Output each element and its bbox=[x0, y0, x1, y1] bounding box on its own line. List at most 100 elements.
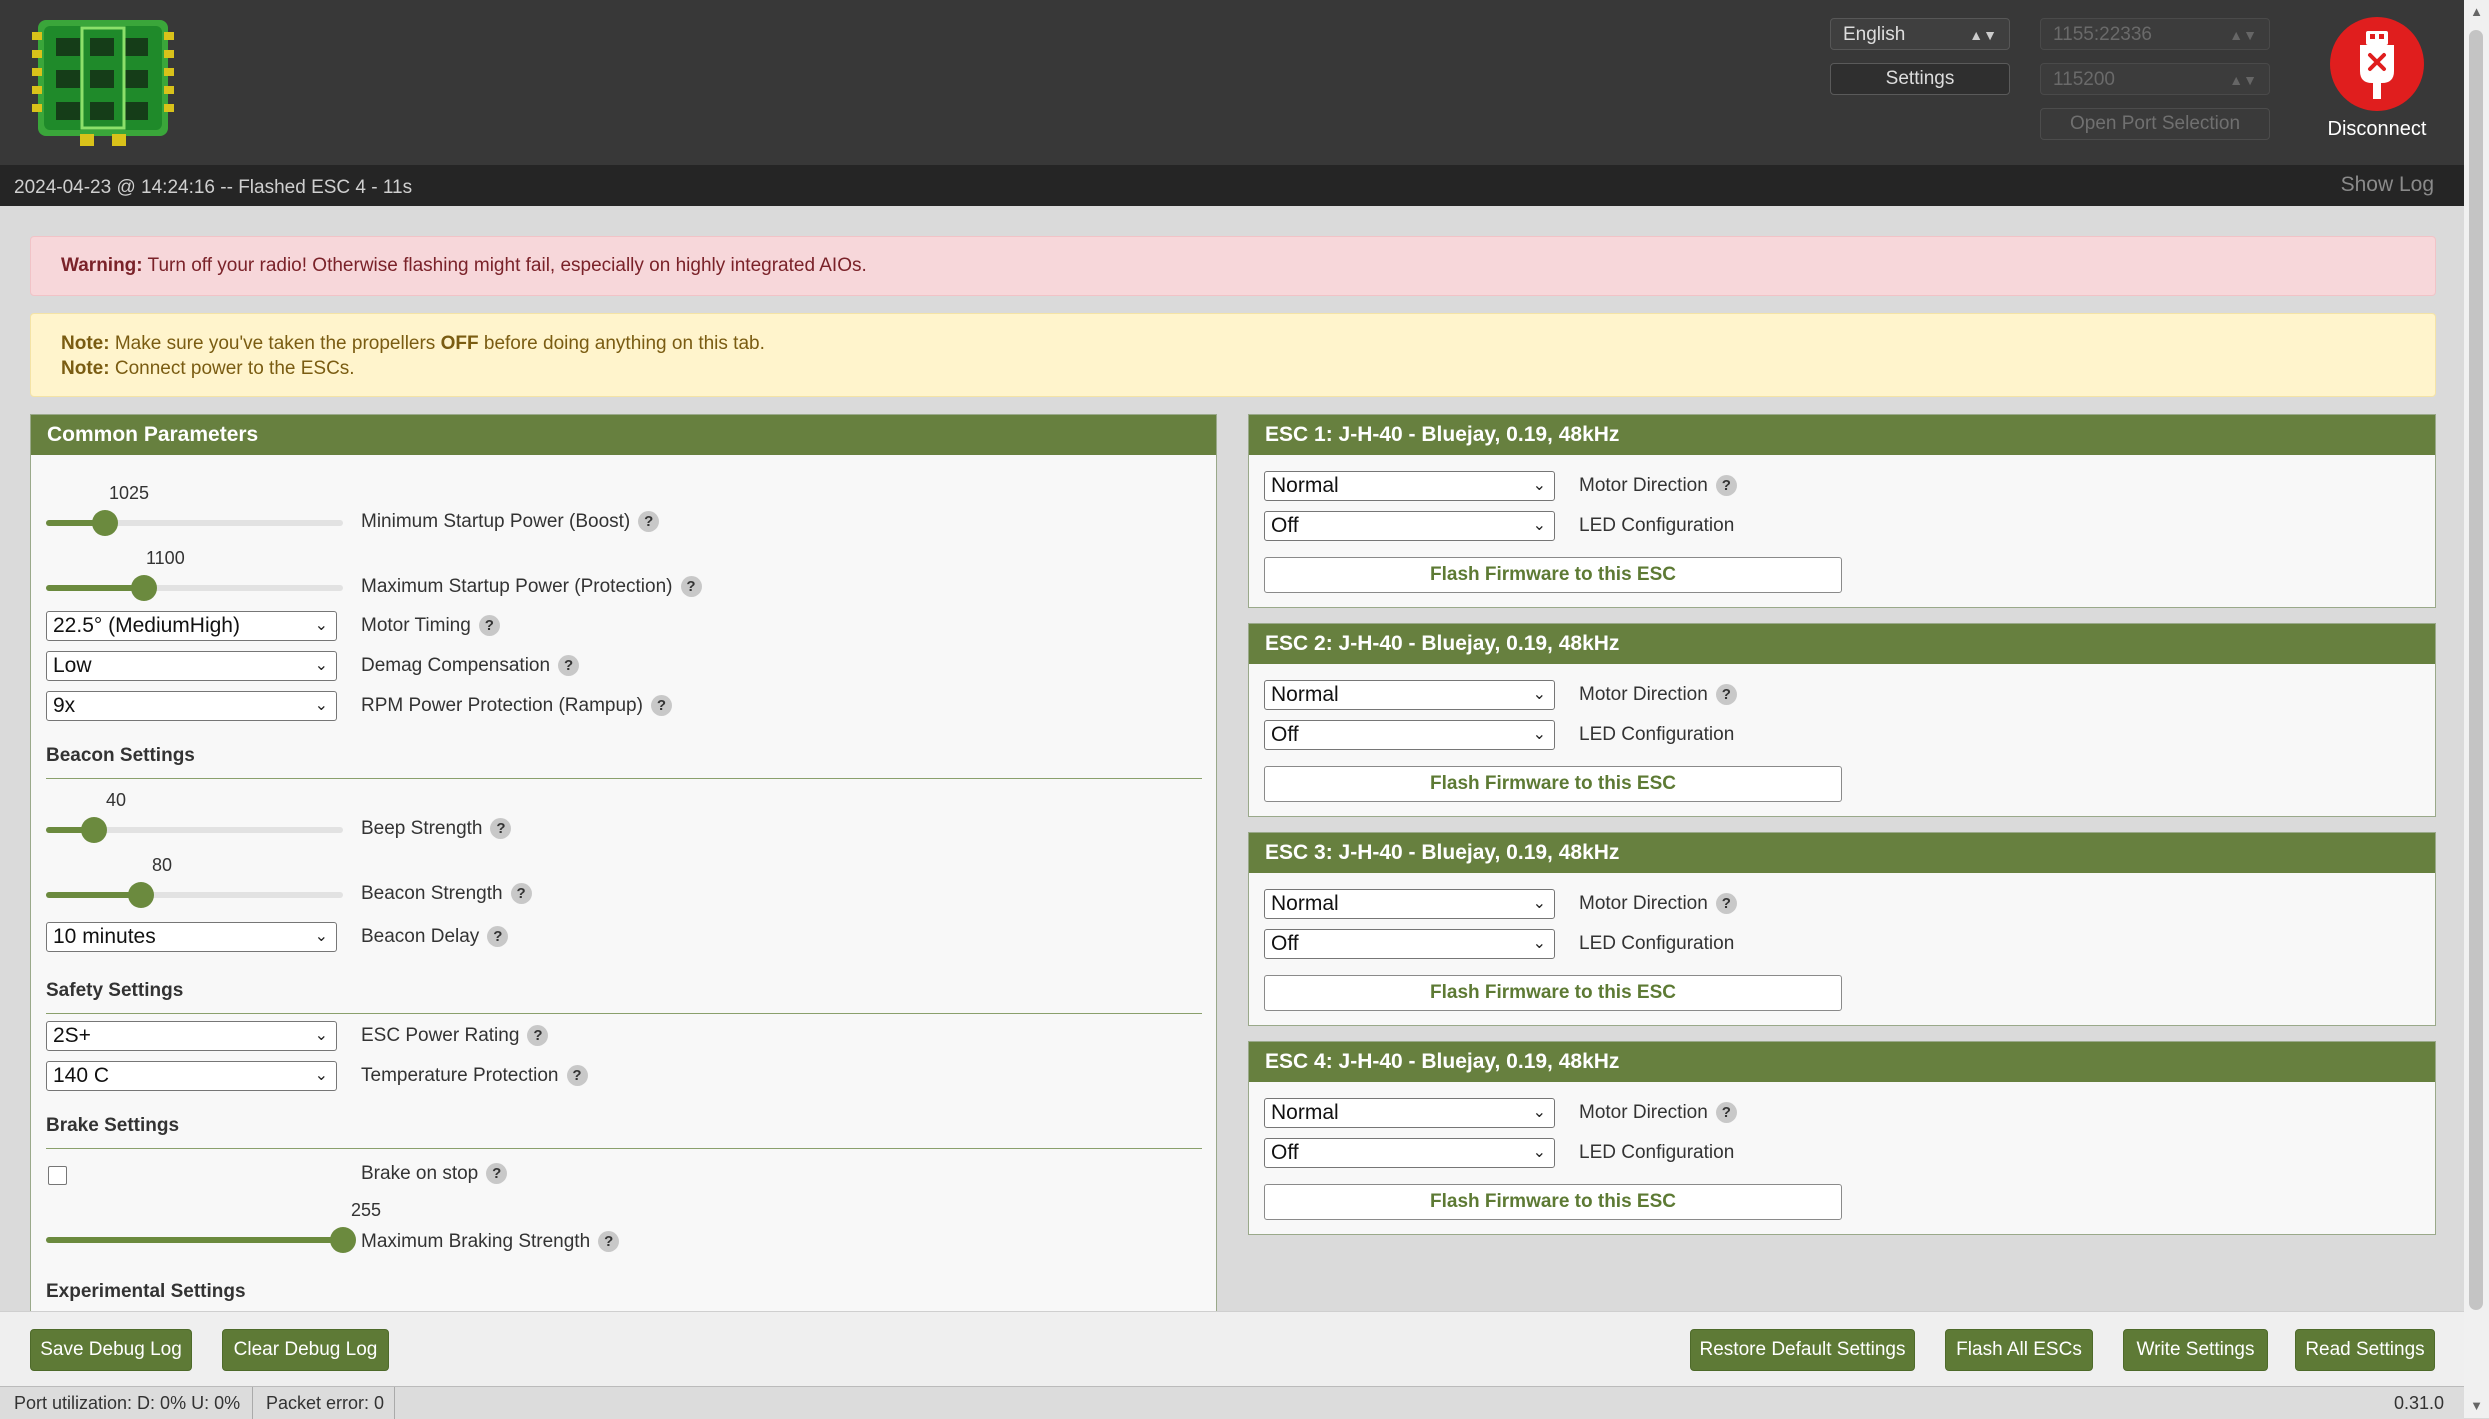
esc-1-led-select[interactable]: Off ⌄ bbox=[1264, 511, 1555, 541]
esc-4-flash-button[interactable]: Flash Firmware to this ESC bbox=[1264, 1184, 1842, 1220]
scrollbar-thumb[interactable] bbox=[2469, 30, 2483, 1310]
help-icon[interactable]: ? bbox=[680, 576, 702, 598]
help-icon[interactable]: ? bbox=[1715, 893, 1737, 915]
save-debug-log-button[interactable]: Save Debug Log bbox=[30, 1329, 192, 1371]
min-startup-slider[interactable] bbox=[46, 510, 343, 536]
led-configuration-label: LED Configuration bbox=[1579, 933, 1735, 954]
help-icon[interactable]: ? bbox=[1715, 1102, 1737, 1124]
help-icon[interactable]: ? bbox=[510, 883, 532, 905]
note-text: Make sure you've taken the propellers bbox=[109, 333, 441, 354]
restore-default-settings-button[interactable]: Restore Default Settings bbox=[1690, 1329, 1915, 1371]
esc-2-led-select[interactable]: Off ⌄ bbox=[1264, 720, 1555, 750]
beacon-delay-select[interactable]: 10 minutes ⌄ bbox=[46, 922, 337, 952]
select-arrows-icon: ▲▼ bbox=[2229, 72, 2257, 88]
read-settings-button[interactable]: Read Settings bbox=[2295, 1329, 2435, 1371]
page-scrollbar[interactable]: ▲ ▼ bbox=[2464, 0, 2489, 1418]
port-value: 1155:22336 bbox=[2053, 24, 2152, 45]
write-settings-button[interactable]: Write Settings bbox=[2123, 1329, 2268, 1371]
demag-compensation-select[interactable]: Low ⌄ bbox=[46, 651, 337, 681]
beacon-strength-slider[interactable] bbox=[46, 882, 343, 908]
esc-1-flash-button[interactable]: Flash Firmware to this ESC bbox=[1264, 557, 1842, 593]
clear-debug-log-button[interactable]: Clear Debug Log bbox=[222, 1329, 389, 1371]
motor-direction-value: Normal bbox=[1271, 474, 1339, 497]
chevron-down-icon: ⌄ bbox=[1532, 1104, 1546, 1121]
slider-thumb[interactable] bbox=[92, 510, 119, 536]
help-icon[interactable]: ? bbox=[638, 511, 660, 533]
slider-thumb[interactable] bbox=[80, 817, 107, 843]
baud-value: 115200 bbox=[2053, 69, 2115, 90]
last-log-message: 2024-04-23 @ 14:24:16 -- Flashed ESC 4 -… bbox=[14, 177, 413, 198]
rampup-select[interactable]: 9x ⌄ bbox=[46, 691, 337, 721]
max-braking-slider[interactable] bbox=[46, 1227, 356, 1253]
chevron-down-icon: ⌄ bbox=[314, 1067, 328, 1084]
help-icon[interactable]: ? bbox=[650, 695, 672, 717]
slider-thumb[interactable] bbox=[128, 882, 155, 908]
baud-select[interactable]: 115200 ▲▼ bbox=[2040, 63, 2270, 95]
language-select[interactable]: English ▲▼ bbox=[1830, 18, 2010, 50]
esc-4-motor-direction-select[interactable]: Normal ⌄ bbox=[1264, 1098, 1555, 1128]
chevron-down-icon: ⌄ bbox=[1532, 1144, 1546, 1161]
motor-direction-label: Motor Direction? bbox=[1579, 893, 1737, 915]
esc-2-flash-button[interactable]: Flash Firmware to this ESC bbox=[1264, 766, 1842, 802]
min-startup-label: Minimum Startup Power (Boost)? bbox=[361, 511, 660, 533]
chevron-down-icon: ⌄ bbox=[1532, 935, 1546, 952]
esc-1-panel: ESC 1: J-H-40 - Bluejay, 0.19, 48kHz Nor… bbox=[1248, 414, 2436, 608]
led-value: Off bbox=[1271, 932, 1299, 955]
scroll-up-icon[interactable]: ▲ bbox=[2464, 4, 2489, 19]
led-value: Off bbox=[1271, 1141, 1299, 1164]
help-icon[interactable]: ? bbox=[490, 818, 512, 840]
esc-4-led-select[interactable]: Off ⌄ bbox=[1264, 1138, 1555, 1168]
log-status-bar: 2024-04-23 @ 14:24:16 -- Flashed ESC 4 -… bbox=[0, 165, 2464, 206]
esc-4-title: ESC 4: J-H-40 - Bluejay, 0.19, 48kHz bbox=[1249, 1042, 2435, 1082]
help-icon[interactable]: ? bbox=[1715, 684, 1737, 706]
brake-on-stop-checkbox[interactable] bbox=[48, 1166, 67, 1185]
disconnect-button[interactable] bbox=[2330, 17, 2424, 111]
motor-direction-label: Motor Direction? bbox=[1579, 684, 1737, 706]
slider-thumb[interactable] bbox=[131, 575, 157, 601]
warning-alert: Warning: Turn off your radio! Otherwise … bbox=[30, 236, 2436, 296]
chevron-down-icon: ⌄ bbox=[1532, 686, 1546, 703]
open-port-selection-button[interactable]: Open Port Selection bbox=[2040, 108, 2270, 140]
language-value: English bbox=[1843, 24, 1906, 45]
help-icon[interactable]: ? bbox=[566, 1065, 588, 1087]
help-icon[interactable]: ? bbox=[478, 615, 500, 637]
motor-direction-value: Normal bbox=[1271, 683, 1339, 706]
settings-button[interactable]: Settings bbox=[1830, 63, 2010, 95]
help-icon[interactable]: ? bbox=[486, 1163, 508, 1185]
temp-protection-value: 140 C bbox=[53, 1064, 110, 1087]
usb-disconnect-icon bbox=[2360, 31, 2394, 99]
flash-all-escs-button[interactable]: Flash All ESCs bbox=[1945, 1329, 2093, 1371]
max-startup-label: Maximum Startup Power (Protection)? bbox=[361, 576, 702, 598]
esc-3-led-select[interactable]: Off ⌄ bbox=[1264, 929, 1555, 959]
chevron-down-icon: ⌄ bbox=[1532, 726, 1546, 743]
footer-status-bar: Port utilization: D: 0% U: 0% Packet err… bbox=[0, 1386, 2464, 1419]
esc-3-motor-direction-select[interactable]: Normal ⌄ bbox=[1264, 889, 1555, 919]
disconnect-label: Disconnect bbox=[2327, 118, 2427, 140]
beep-strength-slider[interactable] bbox=[46, 817, 343, 843]
led-configuration-label: LED Configuration bbox=[1579, 515, 1735, 536]
slider-fill bbox=[46, 585, 144, 591]
esc-1-motor-direction-select[interactable]: Normal ⌄ bbox=[1264, 471, 1555, 501]
note-line-2: Note: Connect power to the ESCs. bbox=[61, 356, 2435, 381]
esc-power-rating-select[interactable]: 2S+ ⌄ bbox=[46, 1021, 337, 1051]
esc-2-motor-direction-select[interactable]: Normal ⌄ bbox=[1264, 680, 1555, 710]
help-icon[interactable]: ? bbox=[1715, 475, 1737, 497]
temperature-protection-select[interactable]: 140 C ⌄ bbox=[46, 1061, 337, 1091]
max-braking-label: Maximum Braking Strength? bbox=[361, 1231, 620, 1253]
port-select[interactable]: 1155:22336 ▲▼ bbox=[2040, 18, 2270, 50]
help-icon[interactable]: ? bbox=[527, 1025, 549, 1047]
esc-3-flash-button[interactable]: Flash Firmware to this ESC bbox=[1264, 975, 1842, 1011]
help-icon[interactable]: ? bbox=[487, 926, 509, 948]
help-icon[interactable]: ? bbox=[558, 655, 580, 677]
max-braking-value: 255 bbox=[351, 1200, 382, 1220]
help-icon[interactable]: ? bbox=[598, 1231, 620, 1253]
show-log-link[interactable]: Show Log bbox=[2341, 173, 2434, 197]
rampup-label: RPM Power Protection (Rampup)? bbox=[361, 695, 672, 717]
max-startup-slider[interactable] bbox=[46, 575, 343, 601]
scroll-down-icon[interactable]: ▼ bbox=[2464, 1398, 2489, 1413]
esc-2-title: ESC 2: J-H-40 - Bluejay, 0.19, 48kHz bbox=[1249, 624, 2435, 664]
chevron-down-icon: ⌄ bbox=[314, 928, 328, 945]
slider-thumb[interactable] bbox=[330, 1227, 356, 1253]
packet-error: Packet error: 0 bbox=[266, 1393, 385, 1413]
motor-timing-select[interactable]: 22.5° (MediumHigh) ⌄ bbox=[46, 611, 337, 641]
